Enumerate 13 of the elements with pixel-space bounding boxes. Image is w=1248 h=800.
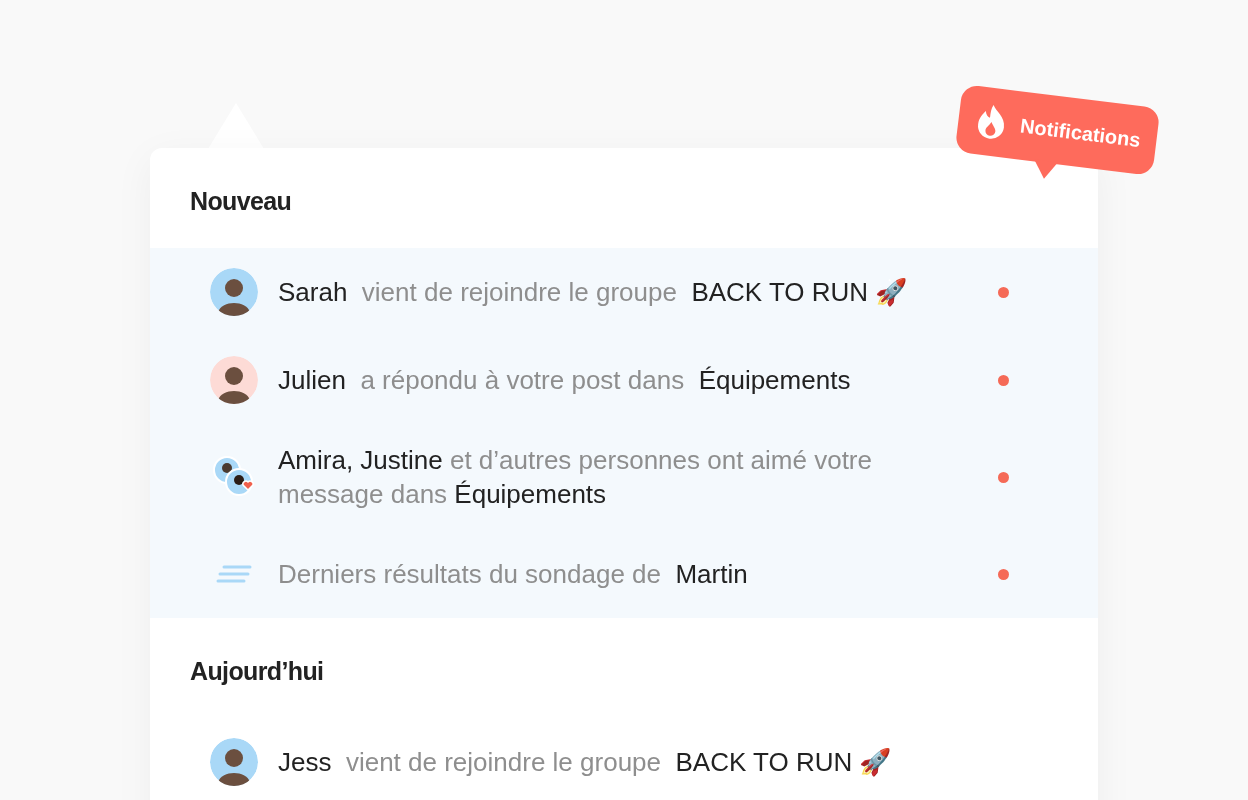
- section-title: Aujourd’hui: [190, 656, 324, 688]
- badge-label: Notifications: [1018, 113, 1143, 154]
- section-title: Nouveau: [190, 186, 292, 218]
- notification-row[interactable]: Jess vient de rejoindre le groupe BACK TO RUN 🚀: [150, 718, 1098, 800]
- notification-row[interactable]: Derniers résultats du sondage de Martin: [150, 530, 1098, 618]
- notification-row[interactable]: Sarah vient de rejoindre le groupe BACK TO RUN 🚀: [150, 248, 1098, 336]
- notification-text: Sarah vient de rejoindre le groupe BACK TO RUN 🚀: [278, 276, 909, 309]
- notification-text: Jess vient de rejoindre le groupe BACK TO RUN 🚀: [278, 746, 893, 779]
- notification-text: Amira, Justine et d’autres personnes ont aimé votre message dans Équipements: [278, 444, 873, 511]
- notification-text: Julien a répondu à votre post dans Équipements: [278, 364, 852, 397]
- notification-row[interactable]: Amira, Justine et d’autres personnes ont aimé votre message dans Équipements: [150, 424, 1098, 530]
- notification-text: Derniers résultats du sondage de Martin: [278, 558, 749, 591]
- notification-row[interactable]: Julien a répondu à votre post dans Équipements: [150, 336, 1098, 424]
